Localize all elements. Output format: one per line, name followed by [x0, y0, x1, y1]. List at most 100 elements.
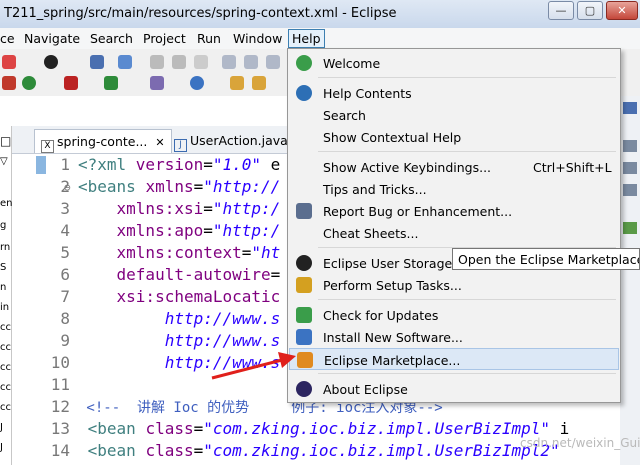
tree-item-label[interactable]: cc: [0, 322, 11, 333]
run-icon[interactable]: [104, 76, 118, 90]
minimize-button[interactable]: —: [548, 1, 574, 20]
menu-help[interactable]: Help: [288, 29, 325, 48]
open-folder-icon[interactable]: [230, 76, 244, 90]
code-token: <bean: [87, 419, 146, 438]
menu-item-check-for-updates[interactable]: Check for Updates: [289, 304, 619, 326]
minimize-view-icon[interactable]: □: [0, 134, 11, 148]
menu-source[interactable]: ce: [0, 31, 15, 46]
run-dropdown-icon[interactable]: [2, 76, 16, 90]
tree-item-label[interactable]: cc: [0, 342, 11, 353]
code-token: version: [135, 155, 204, 174]
menu-item-perform-setup-tasks[interactable]: Perform Setup Tasks...: [289, 274, 619, 296]
tree-item-label[interactable]: cc: [0, 362, 11, 373]
open-type-icon[interactable]: [252, 76, 266, 90]
menu-item-label: Tips and Tricks...: [323, 182, 427, 197]
menu-item-install-new-software[interactable]: Install New Software...: [289, 326, 619, 348]
window-icon[interactable]: [90, 55, 104, 69]
menu-item-label: Report Bug or Enhancement...: [323, 204, 513, 219]
debug-icon[interactable]: [22, 76, 36, 90]
tab-useraction-java[interactable]: J UserAction.java: [168, 129, 294, 153]
tree-item-label[interactable]: cc: [0, 382, 11, 393]
code-text: <bean class="com.zking.ioc.biz.impl.User…: [78, 419, 570, 438]
menu-item-label: Show Contextual Help: [323, 130, 462, 145]
menu-item-about-eclipse[interactable]: About Eclipse: [289, 378, 619, 400]
resume-icon[interactable]: [150, 55, 164, 69]
menu-search[interactable]: Search: [90, 31, 133, 46]
servers-icon[interactable]: [623, 222, 637, 234]
line-number: 3: [60, 199, 70, 218]
menu-bar: ce Navigate Search Project Run Window He…: [0, 28, 640, 49]
code-token: =: [193, 419, 204, 438]
code-token: class: [145, 441, 194, 460]
tree-item-label[interactable]: g: [0, 220, 6, 231]
user-icon[interactable]: [44, 55, 58, 69]
menu-run[interactable]: Run: [197, 31, 221, 46]
code-token: =: [203, 221, 213, 240]
outline-view-icon[interactable]: [623, 102, 637, 114]
menu-item-report-bug-or-enhancement[interactable]: Report Bug or Enhancement...: [289, 200, 619, 222]
pin-icon[interactable]: [118, 55, 132, 69]
stop-icon[interactable]: [2, 55, 16, 69]
menu-separator: [318, 151, 616, 152]
step-over-icon[interactable]: [244, 55, 258, 69]
menu-item-show-active-keybindings[interactable]: Show Active Keybindings... Ctrl+Shift+L: [289, 156, 619, 178]
problems-icon[interactable]: [623, 184, 637, 196]
menu-separator: [318, 77, 616, 78]
setup-icon: [296, 277, 312, 293]
install-icon: [296, 329, 312, 345]
terminate-icon[interactable]: [194, 55, 208, 69]
new-class-icon[interactable]: [190, 76, 204, 90]
maximize-button[interactable]: ▢: [577, 1, 603, 20]
step-into-icon[interactable]: [222, 55, 236, 69]
menu-item-cheat-sheets[interactable]: Cheat Sheets...: [289, 222, 619, 244]
tree-item-label[interactable]: cc: [0, 402, 11, 413]
code-text: http://www.s: [78, 309, 281, 328]
tree-item-label[interactable]: rn: [0, 242, 10, 253]
close-tab-icon[interactable]: ✕: [155, 136, 164, 149]
tree-item-label[interactable]: S: [0, 262, 6, 273]
menu-project[interactable]: Project: [143, 31, 186, 46]
new-server-icon[interactable]: [150, 76, 164, 90]
console-icon[interactable]: [623, 162, 637, 174]
tree-item-label[interactable]: en: [0, 198, 13, 209]
menu-navigate[interactable]: Navigate: [24, 31, 80, 46]
menu-item-label: Welcome: [323, 56, 381, 71]
xml-file-icon: X: [41, 140, 54, 153]
pause-icon[interactable]: [172, 55, 186, 69]
code-token: xsi:schemaLocatic: [116, 287, 281, 306]
menu-item-show-contextual-help[interactable]: Show Contextual Help: [289, 126, 619, 148]
fold-toggle-icon[interactable]: ⊖: [64, 181, 71, 194]
tree-item-label[interactable]: J: [0, 442, 3, 453]
menu-item-tips-and-tricks[interactable]: Tips and Tricks...: [289, 178, 619, 200]
code-token: <?xml: [78, 155, 136, 174]
code-token: http://www.s: [164, 309, 281, 328]
tree-item-label[interactable]: J: [0, 422, 3, 433]
stop-server-icon[interactable]: [64, 76, 78, 90]
step-return-icon[interactable]: [266, 55, 280, 69]
code-token: xmlns:context: [116, 243, 242, 262]
code-text: <bean class="com.zking.ioc.biz.impl.User…: [78, 441, 569, 460]
menu-item-search[interactable]: Search: [289, 104, 619, 126]
code-token: "http:/: [212, 199, 281, 218]
menu-item-welcome[interactable]: Welcome: [289, 52, 619, 74]
menu-item-label: Perform Setup Tasks...: [323, 278, 462, 293]
task-list-icon[interactable]: [623, 140, 637, 152]
menu-window[interactable]: Window: [233, 31, 282, 46]
menu-item-eclipse-marketplace[interactable]: Eclipse Marketplace...: [289, 348, 619, 370]
code-token: "http:/: [212, 221, 281, 240]
tree-item-label[interactable]: in: [0, 302, 9, 313]
tab-spring-context[interactable]: Xspring-conte... ✕: [34, 129, 172, 153]
view-menu-icon[interactable]: ▽: [0, 156, 8, 167]
tree-item-label[interactable]: n: [0, 282, 6, 293]
close-button[interactable]: ✕: [606, 1, 638, 20]
menu-item-help-contents[interactable]: Help Contents: [289, 82, 619, 104]
code-text: <beans xmlns="http://: [78, 177, 280, 196]
code-text: xsi:schemaLocatic: [78, 287, 281, 306]
line-number: 1: [60, 155, 70, 174]
code-token: "http://: [203, 177, 281, 196]
help-icon: [296, 85, 312, 101]
eclipse-icon: [296, 381, 312, 397]
